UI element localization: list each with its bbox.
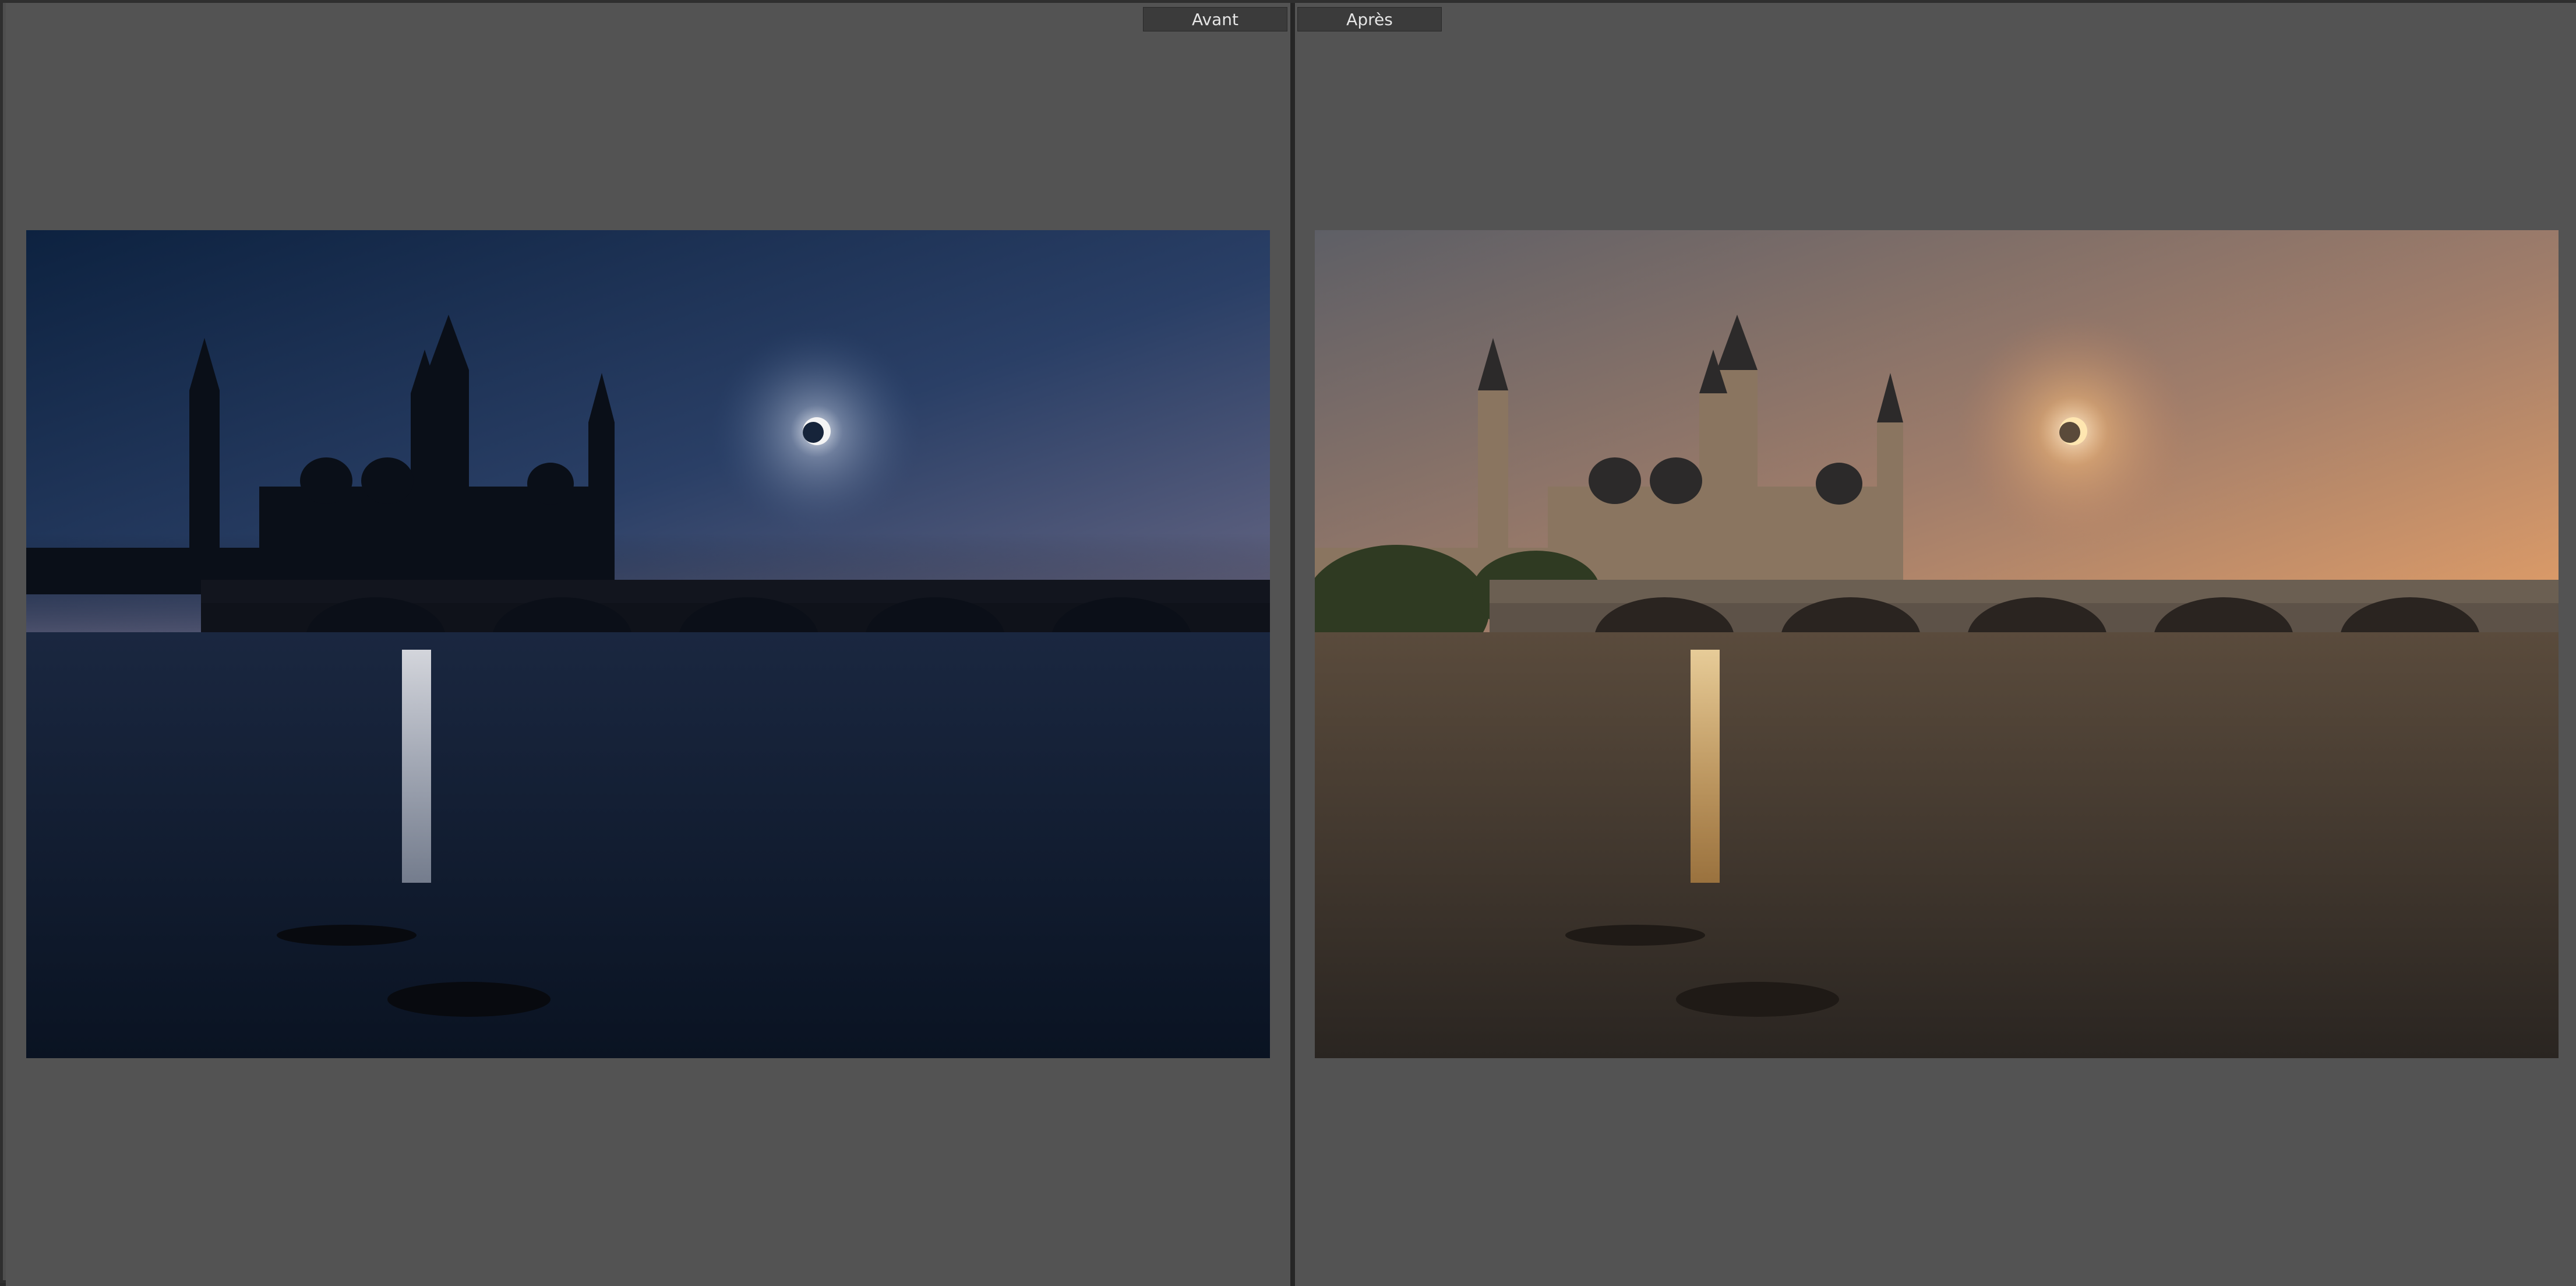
sun-reflection (1691, 650, 1720, 883)
split-divider[interactable] (1290, 3, 1295, 1286)
river (1315, 632, 2559, 1058)
eclipse-moon (2059, 422, 2080, 443)
before-label: Avant (1143, 7, 1287, 31)
before-photo[interactable] (26, 230, 1270, 1058)
river (26, 632, 1270, 1058)
rock (277, 925, 417, 946)
after-label: Après (1297, 7, 1442, 31)
rock (1565, 925, 1705, 946)
sun-reflection (402, 650, 431, 883)
after-photo[interactable] (1315, 230, 2559, 1058)
rock (387, 982, 551, 1017)
compare-workspace: Avant Après (0, 0, 2576, 1286)
eclipse-moon (803, 422, 824, 443)
rock (1676, 982, 1839, 1017)
